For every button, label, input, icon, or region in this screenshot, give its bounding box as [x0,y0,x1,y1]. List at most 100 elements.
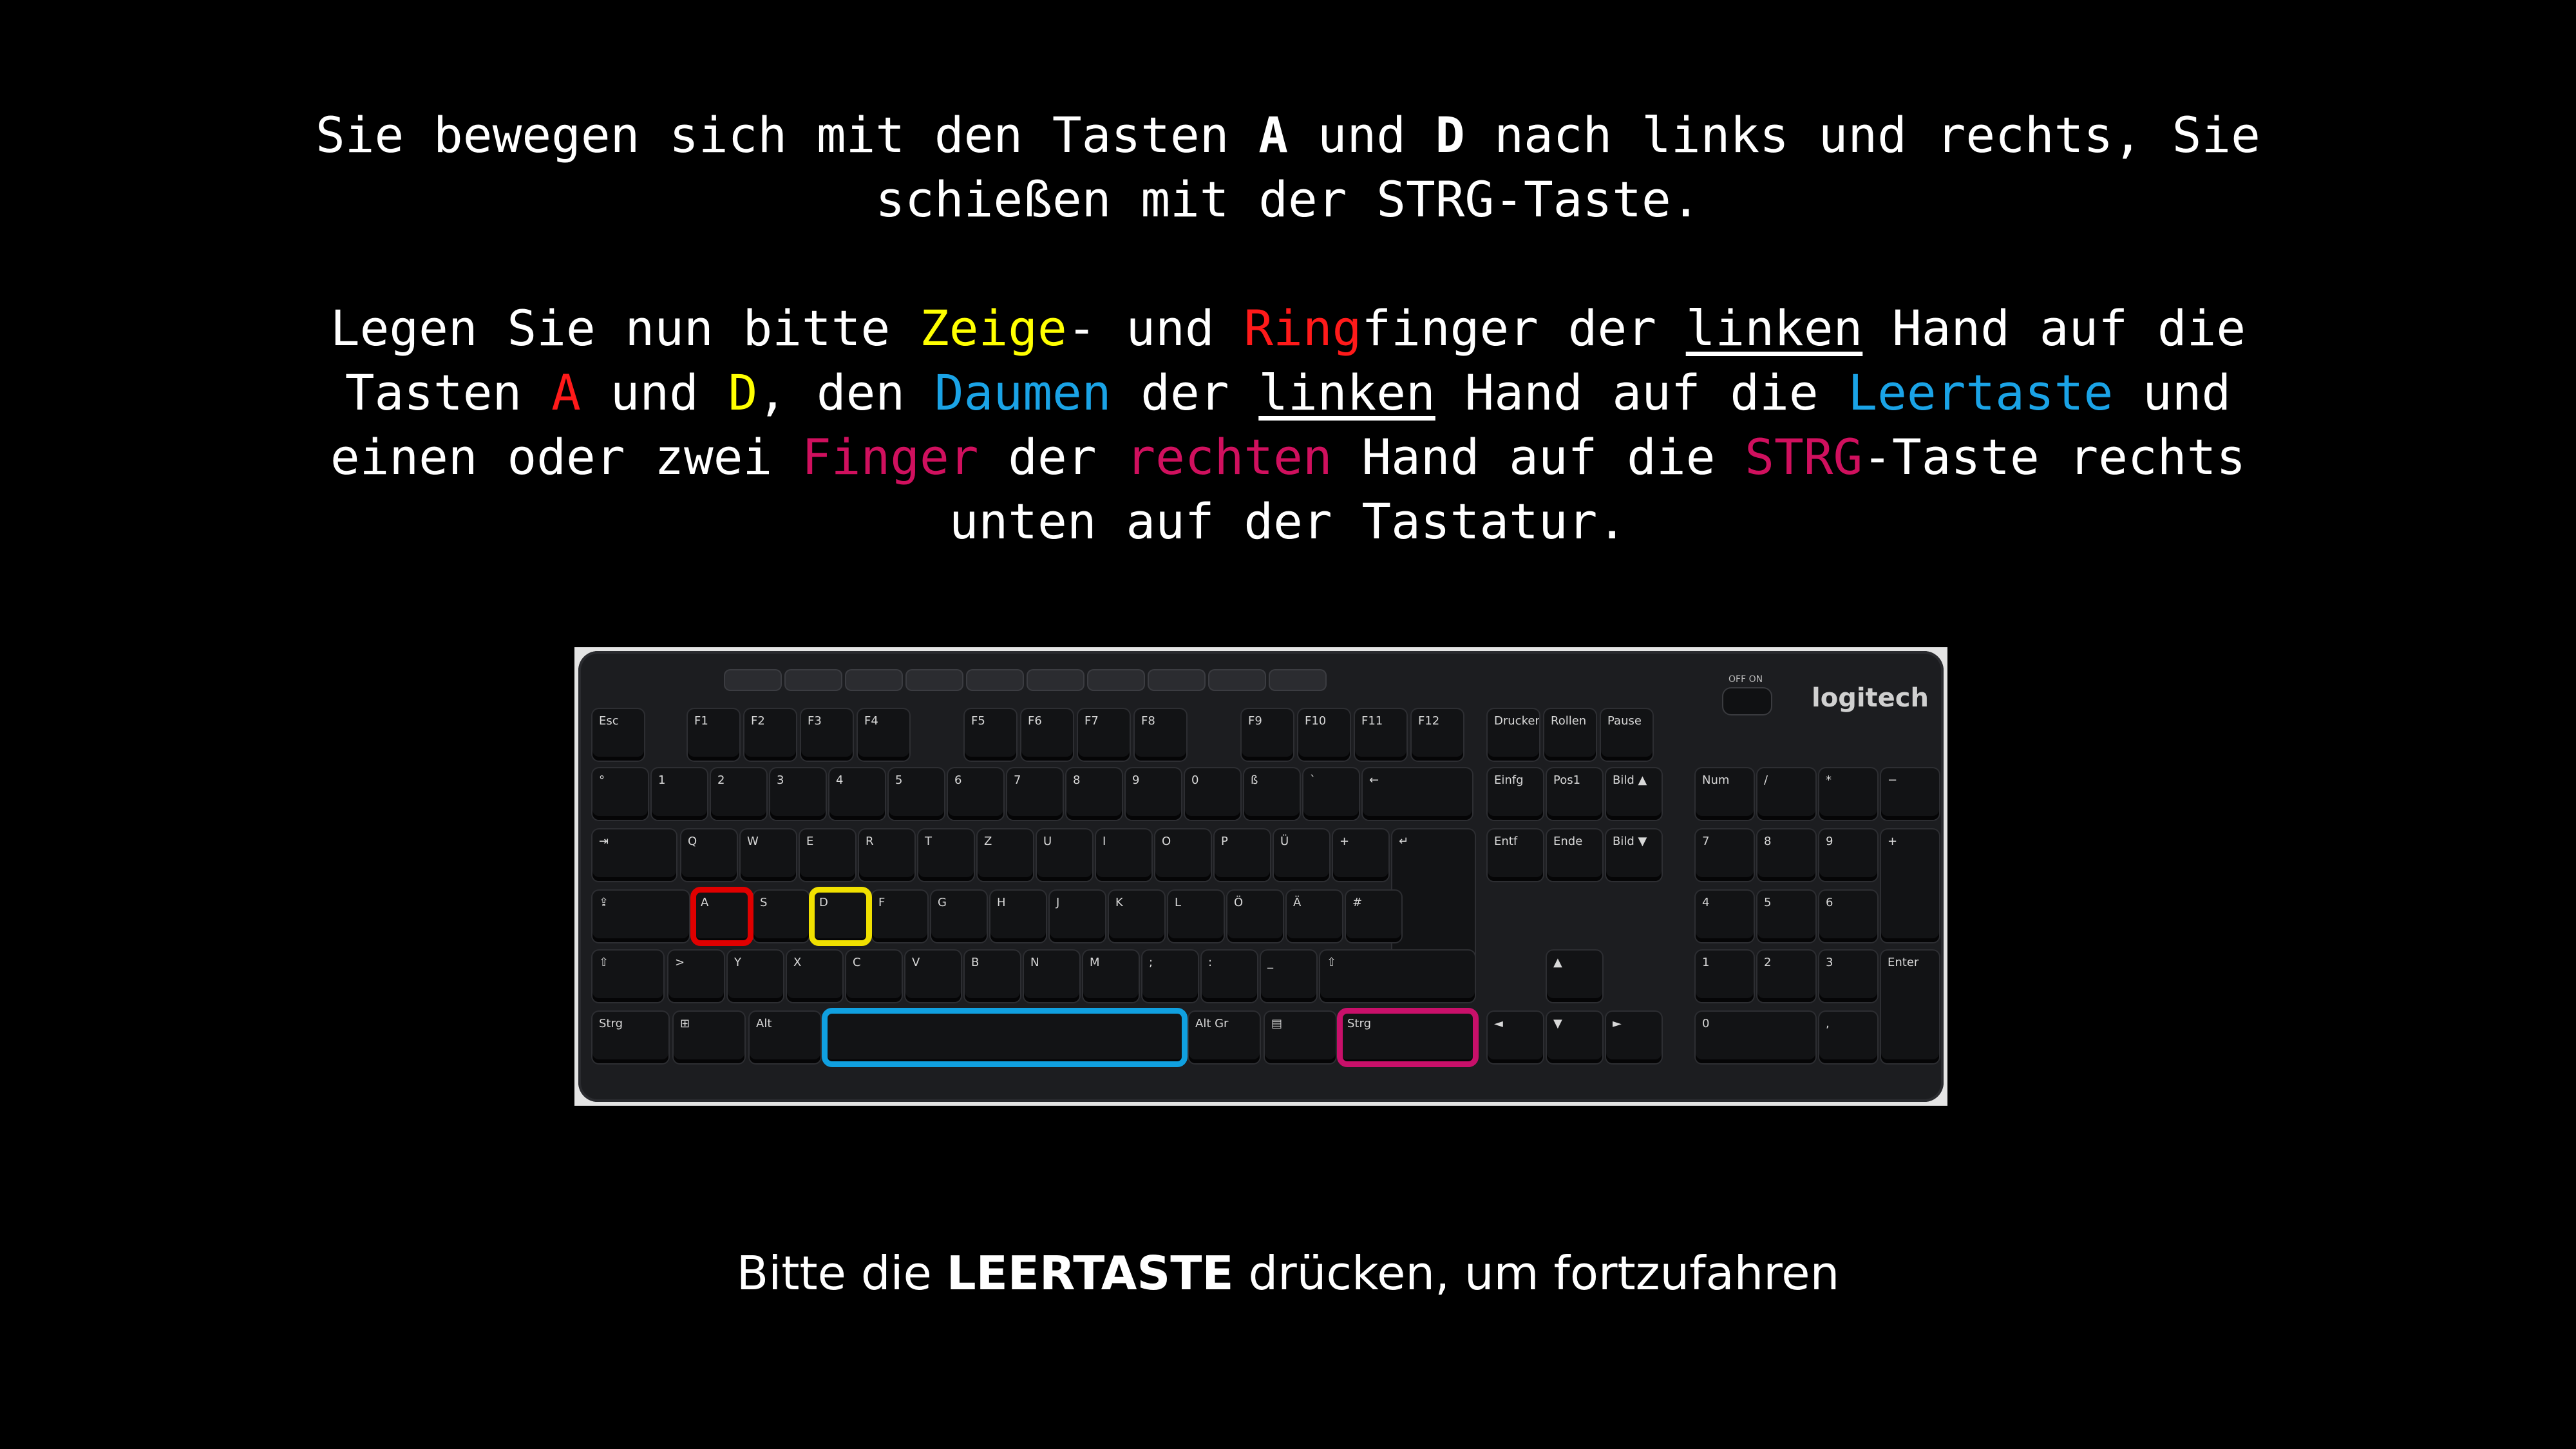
key-v: V [905,951,961,1002]
key-label: E [806,835,814,848]
key-f2: F2 [744,709,796,761]
key-label: P [1221,835,1228,848]
key-npdot: , [1819,1012,1877,1063]
key-ae: Ä [1287,891,1342,942]
media-key [1028,670,1083,690]
key-np2: 2 [1757,951,1815,1002]
key-label: Entf [1494,835,1518,848]
instruction-finger-placement: Legen Sie nun bitte Zeige- und Ringfinge… [283,296,2293,554]
key-label: X [793,956,802,969]
key-np5: 5 [1757,891,1815,942]
media-key [786,670,841,690]
key-dot: : [1202,951,1257,1002]
key-label: ß [1251,773,1258,787]
key-label: F11 [1361,714,1383,728]
key-comma: ; [1142,951,1198,1002]
media-key [967,670,1023,690]
key-np9: 9 [1819,829,1877,881]
key-mul: * [1819,768,1877,820]
key-menu: ▤ [1265,1012,1336,1063]
key-n: N [1024,951,1079,1002]
key-n5: 5 [889,768,944,820]
key-label: F4 [864,714,878,728]
key-label: 3 [777,773,784,787]
key-np8: 8 [1757,829,1815,881]
key-label: # [1352,896,1363,909]
key-label: 0 [1702,1017,1710,1030]
key-n9: 9 [1126,768,1181,820]
key-y: Y [728,951,783,1002]
key-r: R [859,829,914,881]
key-label: 1 [658,773,666,787]
key-label: , [1826,1017,1830,1030]
key-label: ▲ [1553,956,1562,969]
prompt-text: drücken, um fortzufahren [1233,1246,1840,1300]
keyboard-image: Esc F1 F2 F3 F4 F5 F6 F7 F8 F9 F10 F11 F12 Drucken Rol… [574,647,1947,1106]
key-label: ⇪ [599,896,609,909]
key-div: / [1757,768,1815,820]
instruction-text: , den [757,364,934,421]
key-label: 5 [895,773,903,787]
key-n3: 3 [770,768,826,820]
key-label: 9 [1132,773,1140,787]
key-npenter: Enter [1881,951,1939,1063]
key-label: I [1103,835,1106,848]
media-key [725,670,781,690]
key-z: Z [978,829,1033,881]
continue-prompt: Bitte die LEERTASTE drücken, um fortzufa… [0,1246,2576,1300]
key-label: J [1056,896,1060,909]
key-entf: Entf [1488,829,1543,881]
key-label: 6 [954,773,962,787]
key-i: I [1096,829,1151,881]
instruction-text: der [1111,364,1259,421]
key-np7: 7 [1696,829,1754,881]
key-label: ← [1369,773,1379,787]
key-label: F12 [1418,714,1440,728]
key-pause: Pause [1601,709,1653,761]
word-a: A [551,364,581,421]
media-key [1088,670,1144,690]
key-label: B [971,956,980,969]
key-label: Ä [1293,896,1302,909]
key-u: U [1037,829,1092,881]
instruction-movement: Sie bewegen sich mit den Tasten A und D … [283,103,2293,232]
key-label: Strg [599,1017,623,1030]
key-f8: F8 [1135,709,1186,761]
word-zeige: Zeige [920,299,1067,357]
key-label: Alt Gr [1195,1017,1229,1030]
key-label: C [853,956,861,969]
key-label: T [925,835,932,848]
key-label: ▤ [1271,1017,1283,1030]
key-right: ► [1606,1012,1662,1063]
key-label: V [912,956,920,969]
key-label: Pause [1607,714,1642,728]
key-label: : [1208,956,1213,969]
instruction-text: finger der [1361,299,1686,357]
key-w: W [741,829,796,881]
word-ring: Ring [1244,299,1362,357]
keyboard-body: Esc F1 F2 F3 F4 F5 F6 F7 F8 F9 F10 F11 F12 Drucken Rol… [578,651,1944,1102]
prompt-leertaste: LEERTASTE [946,1246,1234,1300]
key-label: ⊞ [680,1017,690,1030]
key-rollen: Rollen [1544,709,1596,761]
key-q: Q [681,829,737,881]
word-rechten: rechten [1126,428,1332,486]
key-label: 9 [1826,835,1833,848]
key-label: * [1826,773,1832,787]
instruction-text: Sie bewegen sich mit den Tasten [316,106,1259,164]
key-label: _ [1267,956,1273,969]
key-label: 7 [1702,835,1710,848]
key-label: M [1090,956,1100,969]
highlight-spacebar [822,1008,1188,1067]
switch-label: OFF ON [1728,674,1763,685]
key-bildup: Bild ▲ [1606,768,1662,820]
key-backspace: ← [1363,768,1472,820]
key-label: ▼ [1553,1017,1562,1030]
key-hash: # [1346,891,1401,942]
key-label: G [938,896,947,909]
key-label: Drucken [1494,714,1539,728]
key-f9: F9 [1242,709,1293,761]
key-f5: F5 [965,709,1016,761]
key-label: F3 [808,714,822,728]
key-label: W [747,835,759,848]
